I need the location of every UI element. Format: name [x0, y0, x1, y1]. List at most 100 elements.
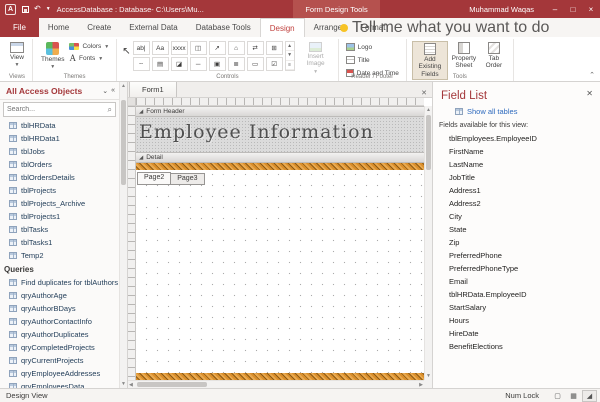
- nav-query-item[interactable]: qryAuthorAge: [0, 289, 119, 302]
- field-list-item[interactable]: Address1: [433, 184, 600, 197]
- ribbon-tab[interactable]: External Data: [120, 18, 186, 37]
- selection-border-top[interactable]: [136, 163, 424, 170]
- property-sheet-button[interactable]: Property Sheet: [448, 41, 480, 71]
- field-list-item[interactable]: JobTitle: [433, 171, 600, 184]
- control-gallery-icon[interactable]: xxxx: [171, 41, 188, 55]
- close-icon[interactable]: ×: [582, 0, 600, 18]
- nav-query-item[interactable]: qryCurrentProjects: [0, 354, 119, 367]
- horizontal-scrollbar[interactable]: ◀ ▶: [128, 380, 424, 388]
- vertical-ruler[interactable]: [128, 106, 136, 380]
- nav-table-item[interactable]: Temp2: [0, 249, 119, 262]
- nav-query-item[interactable]: qryAuthorBDays: [0, 302, 119, 315]
- control-gallery-icon[interactable]: ↗: [209, 41, 226, 55]
- nav-table-item[interactable]: tblProjects_Archive: [0, 197, 119, 210]
- title-button[interactable]: Title: [344, 54, 401, 66]
- undo-icon[interactable]: ↶: [34, 5, 41, 13]
- page-tab[interactable]: Page3: [170, 173, 204, 185]
- field-list-item[interactable]: HireDate: [433, 327, 600, 340]
- chevron-down-icon[interactable]: ⌄: [102, 87, 108, 95]
- nav-table-item[interactable]: tblTasks: [0, 223, 119, 236]
- nav-scroll-thumb[interactable]: [121, 100, 126, 185]
- nav-table-item[interactable]: tblHRData1: [0, 132, 119, 145]
- field-list-item[interactable]: StartSalary: [433, 301, 600, 314]
- scroll-right-icon[interactable]: ▶: [419, 381, 423, 388]
- nav-query-item[interactable]: qryEmployeeAddresses: [0, 367, 119, 380]
- control-gallery-icon[interactable]: ⇄: [247, 41, 264, 55]
- control-gallery-icon[interactable]: Aa: [152, 41, 169, 55]
- search-input[interactable]: [7, 106, 108, 113]
- scroll-up-icon[interactable]: ▲: [120, 83, 127, 89]
- nav-query-item[interactable]: qryAuthorContactInfo: [0, 315, 119, 328]
- collapse-ribbon-icon[interactable]: ⌃: [589, 71, 595, 79]
- scroll-down-icon[interactable]: ▼: [425, 373, 432, 379]
- control-gallery-icon[interactable]: ≣: [228, 57, 245, 71]
- control-gallery-icon[interactable]: ⊞: [266, 41, 283, 55]
- document-close-icon[interactable]: ✕: [416, 89, 432, 97]
- control-gallery-icon[interactable]: ▭: [247, 57, 264, 71]
- datasheet-view-button[interactable]: ▦: [566, 390, 581, 402]
- section-select-icon[interactable]: ◢: [139, 155, 143, 161]
- nav-query-item[interactable]: qryCompletedProjects: [0, 341, 119, 354]
- section-select-icon[interactable]: ◢: [139, 109, 143, 115]
- page-tab[interactable]: Page2: [137, 172, 171, 185]
- detail-section-bar[interactable]: ◢ Detail: [136, 152, 424, 163]
- ruler-corner[interactable]: [128, 98, 136, 106]
- nav-search-box[interactable]: ⌕: [3, 102, 116, 117]
- control-gallery-icon[interactable]: ─: [190, 57, 207, 71]
- gallery-scroll-down-icon[interactable]: ▼: [286, 51, 294, 60]
- insert-image-button[interactable]: Insert Image ▼: [299, 41, 333, 76]
- vertical-scrollbar[interactable]: ▲ ▼: [424, 106, 432, 380]
- vertical-scroll-thumb[interactable]: [426, 115, 431, 170]
- control-gallery-icon[interactable]: ab|: [133, 41, 150, 55]
- selection-border-bottom[interactable]: [136, 373, 424, 380]
- maximize-icon[interactable]: □: [564, 0, 582, 18]
- form-header-area[interactable]: Employee Information: [136, 117, 424, 152]
- nav-scrollbar[interactable]: ▲ ▼: [119, 82, 127, 388]
- horizontal-ruler[interactable]: [136, 98, 424, 106]
- nav-query-item[interactable]: qryEmployeesData: [0, 380, 119, 388]
- signed-in-user[interactable]: Muhammad Waqas: [469, 5, 534, 14]
- tab-order-button[interactable]: Tab Order: [480, 41, 508, 71]
- field-list-item[interactable]: Address2: [433, 197, 600, 210]
- field-list-item[interactable]: FirstName: [433, 145, 600, 158]
- field-list-item[interactable]: tblEmployees.EmployeeID: [433, 132, 600, 145]
- control-gallery-icon[interactable]: ◪: [171, 57, 188, 71]
- scroll-down-icon[interactable]: ▼: [120, 381, 127, 387]
- gallery-scroll-up-icon[interactable]: ▲: [286, 42, 294, 51]
- colors-button[interactable]: Colors ▼: [67, 41, 111, 52]
- control-gallery-icon[interactable]: ⌂: [228, 41, 245, 55]
- nav-table-item[interactable]: tblProjects: [0, 184, 119, 197]
- control-gallery-icon[interactable]: ▣: [209, 57, 226, 71]
- gallery-more-icon[interactable]: ≡: [286, 61, 294, 70]
- field-list-item[interactable]: City: [433, 210, 600, 223]
- form-view-button[interactable]: ▢: [550, 390, 565, 402]
- nav-table-item[interactable]: tblProjects1: [0, 210, 119, 223]
- nav-query-item[interactable]: Find duplicates for tblAuthors: [0, 276, 119, 289]
- form-header-section-bar[interactable]: ◢ Form Header: [136, 106, 424, 117]
- field-list-item[interactable]: Zip: [433, 236, 600, 249]
- field-list-item[interactable]: PreferredPhoneType: [433, 262, 600, 275]
- detail-area[interactable]: Page2Page3: [136, 163, 424, 380]
- scroll-up-icon[interactable]: ▲: [425, 107, 432, 113]
- ribbon-tab[interactable]: Database Tools: [187, 18, 260, 37]
- scroll-left-icon[interactable]: ◀: [129, 381, 133, 388]
- ribbon-tab[interactable]: Design: [260, 18, 305, 37]
- field-list-item[interactable]: PreferredPhone: [433, 249, 600, 262]
- tell-me-box[interactable]: Tell me what you want to do: [340, 18, 549, 37]
- view-button[interactable]: View ▼: [7, 41, 27, 69]
- nav-table-item[interactable]: tblJobs: [0, 145, 119, 158]
- nav-queries-header[interactable]: Queries: [0, 262, 119, 276]
- control-gallery-icon[interactable]: ▤: [152, 57, 169, 71]
- control-gallery-icon[interactable]: ☑: [266, 57, 283, 71]
- control-gallery-icon[interactable]: ╌: [133, 57, 150, 71]
- ribbon-tab[interactable]: Create: [78, 18, 120, 37]
- save-icon[interactable]: [22, 6, 29, 13]
- ribbon-tab[interactable]: Home: [39, 18, 78, 37]
- select-tool-icon[interactable]: ↖: [122, 41, 132, 57]
- nav-query-item[interactable]: qryAuthorDuplicates: [0, 328, 119, 341]
- document-tab-form1[interactable]: Form1: [129, 82, 177, 97]
- qat-dropdown-icon[interactable]: ▼: [46, 6, 51, 12]
- fonts-button[interactable]: A Fonts ▼: [67, 52, 111, 65]
- shutter-close-icon[interactable]: «: [111, 87, 115, 94]
- ribbon-tab[interactable]: File: [0, 18, 39, 37]
